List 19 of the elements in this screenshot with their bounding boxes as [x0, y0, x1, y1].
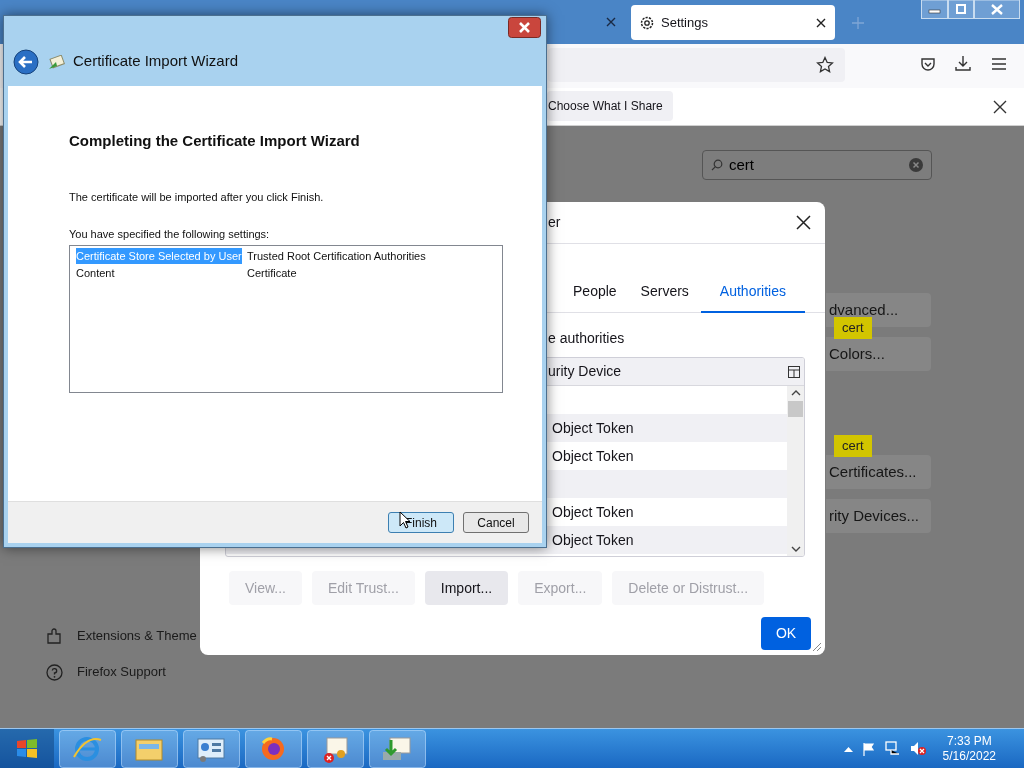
search-value: cert [729, 154, 755, 175]
column-header: urity Device [548, 362, 623, 381]
table-cell-text: Object Token [552, 446, 634, 466]
table-cell-text: Object Token [552, 530, 634, 550]
table-cell-text: Object Token [552, 502, 634, 522]
wizard-heading: Completing the Certificate Import Wizard [69, 131, 361, 151]
wizard-title: Certificate Import Wizard [73, 50, 239, 71]
intro-text: e authorities [547, 329, 626, 346]
settings-label: You have specified the following settings: [69, 227, 271, 242]
table-cell-text: Object Token [552, 418, 634, 438]
search-tooltip: cert [834, 317, 872, 339]
dialog-title: er [548, 213, 562, 232]
clock-time: 7:33 PM [946, 733, 992, 749]
clock-date: 5/16/2022 [942, 748, 996, 764]
list-cell-text: Certificate [247, 265, 297, 281]
search-tooltip: cert [834, 435, 872, 457]
tab-label: Settings [661, 13, 709, 32]
list-cell-text: Trusted Root Certification Authorities [247, 248, 426, 264]
wizard-message: The certificate will be imported after you click Finish. [69, 189, 325, 205]
